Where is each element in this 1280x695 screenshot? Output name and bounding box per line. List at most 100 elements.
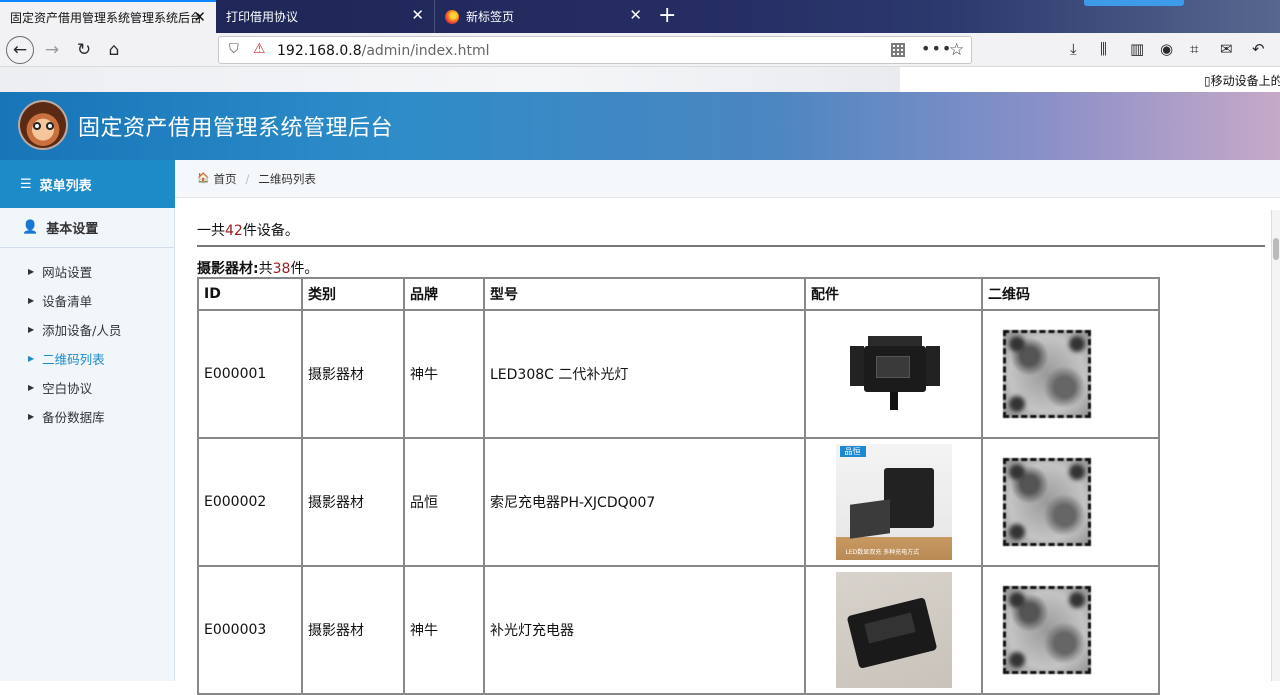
home-icon[interactable]: ⌂ <box>102 39 126 61</box>
tab-title: 新标签页 <box>466 10 515 24</box>
cell-qrcode <box>981 437 1160 567</box>
caret-right-icon: ▶ <box>28 383 35 392</box>
table-row: E000003 摄影器材 神牛 补光灯充电器 <box>197 565 1160 695</box>
sidebar-menu: ▶ 网站设置 ▶ 设备清单 ▶ 添加设备/人员 ▶ 二维码列表 ▶ 空白协议 ▶ 备份数据库 <box>0 248 174 431</box>
cell-brand: 神牛 <box>403 565 485 695</box>
device-total-summary: 一共42件设备。 <box>197 220 299 240</box>
caret-right-icon: ▶ <box>28 354 35 363</box>
table-header-row: ID 类别 品牌 型号 配件 二维码 <box>197 277 1160 311</box>
new-tab-button[interactable]: + <box>658 3 676 28</box>
shield-icon[interactable]: ⛉ <box>229 42 239 57</box>
crop-icon[interactable]: ⌗ <box>1190 40 1198 58</box>
product-brand-tag: 品恒 <box>839 446 866 457</box>
sidebar-item-label: 设备清单 <box>42 294 93 309</box>
column-header: 二维码 <box>981 277 1160 311</box>
app-title: 固定资产借用管理系统管理后台 <box>78 116 394 141</box>
bookmark-star-icon[interactable]: ☆ <box>949 40 964 60</box>
qr-code-image <box>1003 330 1091 418</box>
more-icon[interactable]: ••• <box>921 39 952 58</box>
account-icon[interactable]: ◉ <box>1160 40 1173 58</box>
browser-tab-strip: 固定资产借用管理系统管理系统后台 ✕ 打印借用协议 ✕ 新标签页 ✕ + <box>0 0 1280 33</box>
page-scrollbar[interactable] <box>1271 210 1280 681</box>
sidebar-item-label: 空白协议 <box>42 381 93 396</box>
breadcrumb-current: 二维码列表 <box>258 171 316 186</box>
qr-code-icon[interactable] <box>891 43 905 57</box>
tabbar-accent <box>1084 0 1184 6</box>
cell-accessory-image <box>804 565 983 695</box>
sidebar-item-add-device-person[interactable]: ▶ 添加设备/人员 <box>0 315 174 344</box>
url-text[interactable]: 192.168.0.8/admin/index.html <box>277 43 490 59</box>
list-icon: ☰ <box>20 176 32 192</box>
close-icon[interactable]: ✕ <box>193 10 206 25</box>
download-icon[interactable]: ⤓ <box>1070 40 1077 58</box>
table-row: E000001 摄影器材 神牛 LED308C 二代补光灯 <box>197 309 1160 439</box>
cell-category: 摄影器材 <box>301 565 405 695</box>
sidebar-item-qrcode-list[interactable]: ▶ 二维码列表 <box>0 344 174 373</box>
qr-code-image <box>1003 458 1091 546</box>
column-header: 类别 <box>301 277 405 311</box>
tab-title: 固定资产借用管理系统管理系统后台 <box>10 11 203 25</box>
total-suffix: 件设备。 <box>242 223 299 239</box>
sidebar-item-backup-database[interactable]: ▶ 备份数据库 <box>0 402 174 431</box>
battery-charger-photo: 品恒 LED数显双充 多种充电方式 <box>835 444 952 560</box>
category-prefix: 共 <box>258 261 273 277</box>
tab-title: 打印借用协议 <box>226 10 299 24</box>
bookmarks-area <box>0 67 900 92</box>
sidebar-item-label: 备份数据库 <box>42 410 105 425</box>
column-header: 品牌 <box>403 277 485 311</box>
cell-id: E000003 <box>197 565 303 695</box>
section-title-label: 基本设置 <box>46 222 99 237</box>
firefox-icon <box>445 9 459 24</box>
column-header: 型号 <box>483 277 806 311</box>
close-icon[interactable]: ✕ <box>411 8 424 23</box>
insecure-lock-icon[interactable]: ⚠ <box>253 41 266 57</box>
qr-code-image <box>1003 586 1091 674</box>
library-icon[interactable]: ⫼ <box>1100 40 1107 58</box>
sidebar-item-site-settings[interactable]: ▶ 网站设置 <box>0 257 174 286</box>
cartoon-avatar-logo <box>18 100 68 150</box>
cell-brand: 品恒 <box>403 437 485 567</box>
reload-icon[interactable]: ↻ <box>72 39 96 61</box>
sidebar-item-blank-agreement[interactable]: ▶ 空白协议 <box>0 373 174 402</box>
menu-list-header[interactable]: ☰ 菜单列表 <box>0 160 175 208</box>
total-prefix: 一共 <box>197 223 225 239</box>
product-caption: LED数显双充 多种充电方式 <box>845 549 920 556</box>
menu-header-label: 菜单列表 <box>39 178 92 194</box>
back-arrow-icon[interactable]: ← <box>6 36 34 64</box>
scrollbar-thumb[interactable] <box>1273 238 1279 260</box>
undo-icon[interactable]: ↶ <box>1252 40 1265 58</box>
caret-right-icon: ▶ <box>28 296 35 305</box>
caret-right-icon: ▶ <box>28 412 35 421</box>
browser-nav-bar: ← → ↻ ⌂ ⛉ ⚠ 192.168.0.8/admin/index.html… <box>0 33 1280 67</box>
cell-accessory-image <box>804 309 983 439</box>
table-row: E000002 摄影器材 品恒 索尼充电器PH-XJCDQ007 品恒 LED数… <box>197 437 1160 567</box>
category-suffix: 件。 <box>290 261 319 277</box>
user-icon: 👤 <box>22 220 39 235</box>
forward-arrow-icon[interactable]: → <box>40 39 64 61</box>
browser-tab-print-agreement[interactable]: 打印借用协议 ✕ <box>216 0 434 33</box>
cell-brand: 神牛 <box>403 309 485 439</box>
device-table: ID 类别 品牌 型号 配件 二维码 E000001 摄影器材 神牛 LED30… <box>197 277 1160 695</box>
cell-model: 补光灯充电器 <box>483 565 806 695</box>
url-bar[interactable]: ⛉ ⚠ 192.168.0.8/admin/index.html ••• ☆ <box>218 36 972 64</box>
browser-tab-new-tab[interactable]: 新标签页 ✕ <box>434 0 652 33</box>
sidebar-icon[interactable]: ▥ <box>1130 40 1144 58</box>
mobile-bookmarks-link[interactable]: ▯移动设备上的 <box>1204 72 1280 89</box>
cell-accessory-image: 品恒 LED数显双充 多种充电方式 <box>804 437 983 567</box>
bookmarks-toolbar: ▯移动设备上的 <box>0 67 1280 92</box>
url-path: /admin/index.html <box>361 43 490 59</box>
cell-model: 索尼充电器PH-XJCDQ007 <box>483 437 806 567</box>
sidebar-item-label: 添加设备/人员 <box>42 323 122 338</box>
browser-tab-admin[interactable]: 固定资产借用管理系统管理系统后台 ✕ <box>0 0 216 33</box>
close-icon[interactable]: ✕ <box>629 8 642 23</box>
column-header: 配件 <box>804 277 983 311</box>
home-icon: 🏠 <box>197 173 210 184</box>
category-count: 38 <box>272 261 291 277</box>
sidebar-section-basic-settings[interactable]: 👤 基本设置 <box>0 208 174 248</box>
sidebar-item-device-list[interactable]: ▶ 设备清单 <box>0 286 174 315</box>
url-host: 192.168.0.8 <box>277 43 362 59</box>
chat-icon[interactable]: ✉ <box>1220 40 1233 58</box>
breadcrumb-home[interactable]: 首页 <box>213 171 236 187</box>
cell-qrcode <box>981 309 1160 439</box>
breadcrumb-separator: / <box>245 171 250 186</box>
